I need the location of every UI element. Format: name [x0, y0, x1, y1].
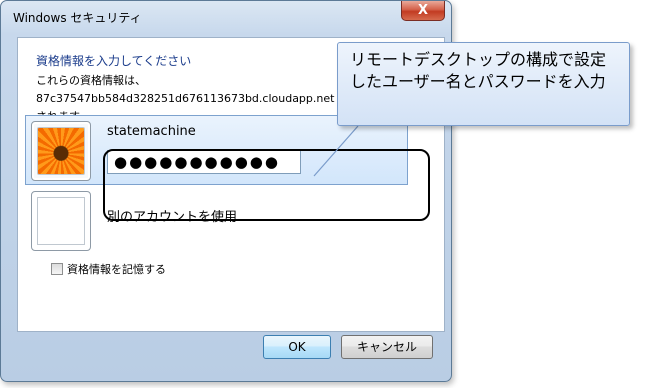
remember-label: 資格情報を記憶する: [67, 263, 166, 276]
flower-icon: [37, 127, 85, 175]
ok-button[interactable]: OK: [263, 335, 331, 359]
other-account-tile[interactable]: [31, 191, 91, 251]
close-button[interactable]: X: [401, 1, 445, 21]
blank-user-icon: [37, 197, 85, 245]
close-icon: X: [417, 3, 429, 18]
other-account-label[interactable]: 別のアカウントを使用: [107, 206, 237, 225]
remember-checkbox[interactable]: [51, 263, 63, 275]
password-field[interactable]: ●●●●●●●●●●●: [107, 150, 301, 174]
callout-note: リモートデスクトップの構成で設定したユーザー名とパスワードを入力: [337, 42, 630, 126]
dialog-title: Windows セキュリティ: [13, 11, 142, 25]
prompt-heading: 資格情報を入力してください: [36, 54, 192, 68]
desc-line-2: 87c37547bb584d328251d676113673bd.cloudap…: [36, 92, 335, 105]
username-label: statemachine: [107, 124, 196, 139]
user-avatar: [31, 121, 91, 181]
remember-credentials[interactable]: 資格情報を記憶する: [51, 261, 166, 277]
cancel-button[interactable]: キャンセル: [341, 335, 433, 359]
desc-line-1: これらの資格情報は、: [36, 74, 146, 87]
